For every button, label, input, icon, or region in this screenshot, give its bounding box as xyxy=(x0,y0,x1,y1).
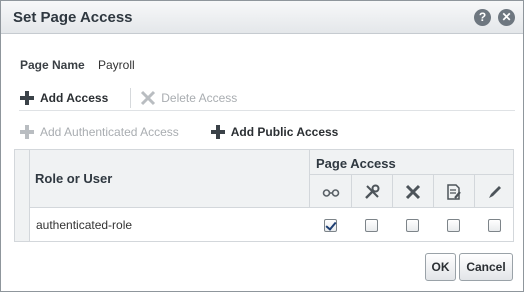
edit-icon xyxy=(433,175,474,208)
delete-icon xyxy=(392,175,433,208)
table-row: authenticated-role xyxy=(30,208,513,241)
add-authenticated-access-label: Add Authenticated Access xyxy=(40,125,179,139)
add-public-access-label: Add Public Access xyxy=(230,125,339,139)
add-authenticated-access-button[interactable]: Add Authenticated Access xyxy=(10,124,179,140)
cancel-button[interactable]: Cancel xyxy=(459,253,513,281)
delete-access-label: Delete Access xyxy=(161,90,238,105)
access-toolbar: Add Access Delete Access xyxy=(19,85,515,111)
permission-icons-row xyxy=(310,174,515,208)
plus-icon xyxy=(19,90,35,106)
role-column-header: Role or User xyxy=(35,171,113,186)
administer-icon xyxy=(351,175,392,208)
page-access-header: Page Access xyxy=(316,156,396,171)
help-icon[interactable]: ? xyxy=(474,9,491,26)
page-access-column-group: Page Access xyxy=(309,150,515,208)
administer-permission-checkbox[interactable] xyxy=(365,219,378,232)
set-page-access-dialog: Set Page Access ? ✕ Page Name Payroll Ad… xyxy=(0,0,524,292)
delete-permission-checkbox[interactable] xyxy=(406,219,419,232)
close-icon[interactable]: ✕ xyxy=(498,9,515,26)
row-header-column xyxy=(15,150,30,241)
view-icon xyxy=(310,175,351,208)
customize-permission-checkbox[interactable] xyxy=(488,219,501,232)
add-public-access-button[interactable]: Add Public Access xyxy=(201,124,339,140)
plus-icon xyxy=(19,124,35,140)
add-access-label: Add Access xyxy=(40,90,109,105)
delete-access-button[interactable]: Delete Access xyxy=(131,90,237,106)
page-name-label: Page Name xyxy=(20,58,85,72)
customize-icon xyxy=(474,175,515,208)
add-access-button[interactable]: Add Access xyxy=(10,90,108,106)
x-icon xyxy=(140,90,156,106)
ok-button[interactable]: OK xyxy=(425,253,456,281)
access-toolbar-secondary: Add Authenticated Access Add Public Acce… xyxy=(19,120,360,144)
plus-icon xyxy=(210,124,226,140)
view-permission-checkbox[interactable] xyxy=(324,219,337,232)
role-cell: authenticated-role xyxy=(36,218,133,232)
page-name-value: Payroll xyxy=(98,58,135,72)
dialog-titlebar: Set Page Access ? ✕ xyxy=(1,1,523,34)
edit-permission-checkbox[interactable] xyxy=(447,219,460,232)
dialog-title: Set Page Access xyxy=(13,9,133,26)
table-header: Role or User Page Access xyxy=(15,150,515,208)
access-table: Role or User Page Access authenticated-r… xyxy=(14,149,514,242)
